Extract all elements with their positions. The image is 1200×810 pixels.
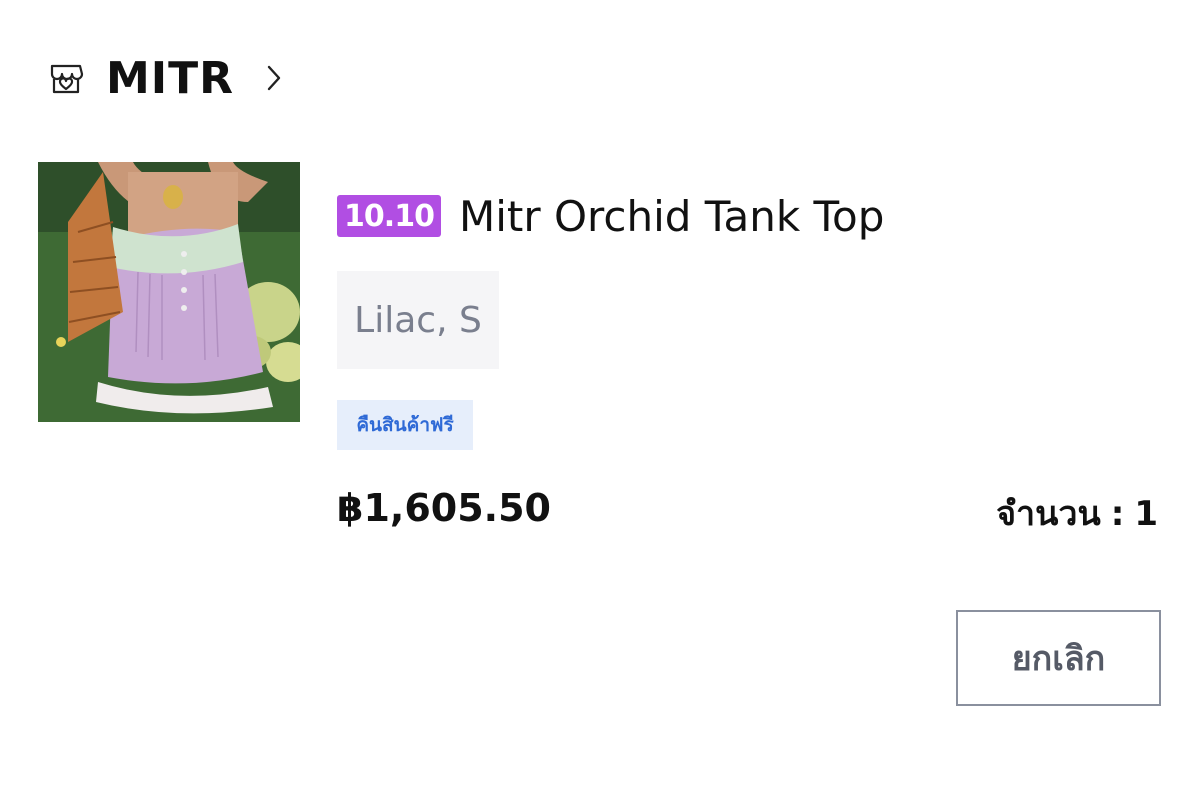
shop-name: MITR xyxy=(106,52,235,104)
shop-header[interactable]: MITR xyxy=(48,50,284,106)
order-item-card: MITR 10.10 Mitr Orchid Tank Top Lilac, S… xyxy=(0,0,1200,810)
quantity-label: จำนวน xyxy=(996,494,1101,534)
promo-badge: 10.10 xyxy=(337,195,441,237)
free-return-tag: คืนสินค้าฟรี xyxy=(337,400,473,450)
shop-icon xyxy=(48,60,84,96)
cancel-button[interactable]: ยกเลิก xyxy=(956,610,1161,706)
chevron-right-icon xyxy=(264,62,284,94)
product-price: ฿1,605.50 xyxy=(337,486,551,530)
quantity-separator: : xyxy=(1110,494,1125,534)
quantity-value: 1 xyxy=(1134,494,1158,534)
variant-chip: Lilac, S xyxy=(337,271,499,369)
quantity: จำนวน : 1 xyxy=(996,486,1158,540)
product-title: Mitr Orchid Tank Top xyxy=(459,191,885,241)
product-title-row[interactable]: 10.10 Mitr Orchid Tank Top xyxy=(337,186,884,246)
product-image[interactable] xyxy=(38,162,300,422)
